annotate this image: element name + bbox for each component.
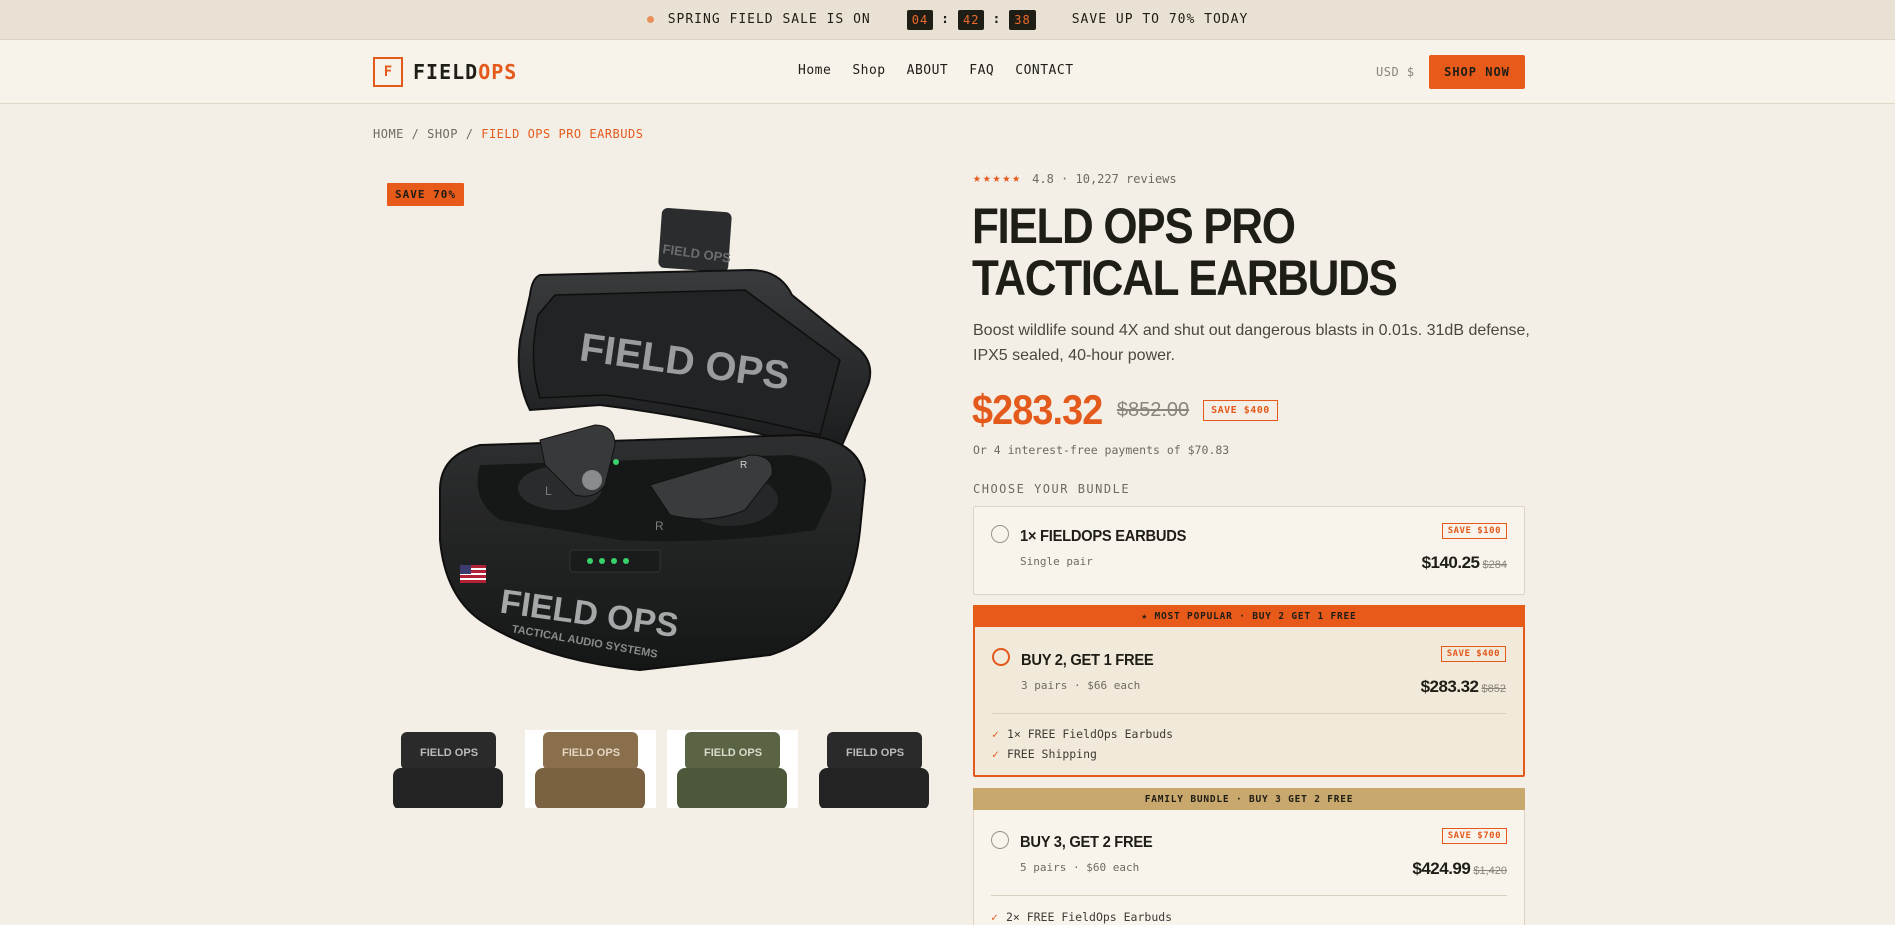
case-tab: FIELD OPS (658, 208, 732, 272)
nav-shop[interactable]: Shop (852, 63, 885, 78)
svg-text:R: R (740, 460, 747, 471)
breadcrumb-shop[interactable]: SHOP (427, 127, 458, 141)
sale-announcement-bar: SPRING FIELD SALE IS ON 04 : 42 : 38 SAV… (0, 0, 1895, 40)
shop-now-button[interactable]: SHOP NOW (1429, 55, 1525, 89)
nav-faq[interactable]: FAQ (969, 63, 994, 78)
bundle-subtitle: 5 pairs · $60 each (1020, 861, 1140, 874)
bundle-name: BUY 3, GET 2 FREE (1020, 834, 1153, 851)
original-price: $852.00 (1116, 398, 1190, 421)
bundle-save-tag: SAVE $700 (1441, 828, 1507, 844)
sale-text: SPRING FIELD SALE IS ON (667, 12, 871, 27)
countdown-seconds: 38 (1009, 9, 1036, 30)
logo-wordmark: FIELDOPS (413, 60, 518, 84)
flag-icon (460, 565, 486, 583)
check-icon: ✓ (992, 747, 999, 761)
current-price: $283.32 (972, 386, 1103, 433)
svg-text:FIELD OPS: FIELD OPS (420, 747, 478, 759)
installments-text: Or 4 interest-free payments of $70.83 (973, 443, 1230, 457)
bundle-radio[interactable] (991, 831, 1009, 849)
bundle-price: $283.32 $852 (1420, 677, 1506, 696)
bundle-name: 1× FIELDOPS EARBUDS (1020, 528, 1187, 545)
svg-text:R: R (655, 519, 664, 533)
countdown-minutes: 42 (958, 9, 985, 30)
site-header: F FIELDOPS Home Shop ABOUT FAQ CONTACT U… (0, 40, 1895, 104)
thumbnail-olive[interactable]: FIELD OPS (667, 730, 798, 808)
rating-text: 4.8 · 10,227 reviews (1032, 171, 1177, 186)
thumbnail-strip: FIELD OPS FIELD OPS FIELD OPS FIELD OPS (383, 730, 940, 808)
breadcrumb: HOME / SHOP / FIELD OPS PRO EARBUDS (373, 127, 644, 141)
bundle-radio[interactable] (991, 525, 1009, 543)
product-description: Boost wildlife sound 4X and shut out dan… (973, 322, 1530, 364)
main-nav: Home Shop ABOUT FAQ CONTACT (798, 63, 1074, 78)
nav-home[interactable]: Home (798, 63, 831, 78)
sale-promo-text: SAVE UP TO 70% TODAY (1071, 12, 1249, 27)
bundle-radio[interactable] (992, 648, 1010, 666)
bundle-section-label: CHOOSE YOUR BUNDLE (973, 482, 1131, 496)
bundle-save-tag: SAVE $100 (1441, 523, 1507, 539)
svg-text:FIELD OPS: FIELD OPS (562, 747, 620, 759)
thumbnail-tan[interactable]: FIELD OPS (525, 730, 656, 808)
check-icon: ✓ (992, 727, 999, 741)
countdown-separator: : (992, 12, 1002, 27)
bundle-subtitle: Single pair (1020, 555, 1093, 568)
countdown-separator: : (941, 12, 950, 27)
bundle-price: $140.25 $284 (1421, 553, 1507, 572)
check-icon: ✓ (991, 910, 998, 924)
currency-selector[interactable]: USD $ (1376, 65, 1415, 79)
bundle-option-buy2get1[interactable]: ★ MOST POPULAR · BUY 2 GET 1 FREE BUY 2,… (973, 605, 1525, 777)
breadcrumb-home[interactable]: HOME (373, 127, 404, 141)
family-bundle-banner: FAMILY BUNDLE · BUY 3 GET 2 FREE (973, 788, 1525, 810)
svg-text:FIELD OPS: FIELD OPS (704, 747, 762, 759)
thumbnail-black[interactable]: FIELD OPS (383, 730, 514, 808)
svg-text:FIELD OPS: FIELD OPS (846, 747, 904, 759)
product-rating[interactable]: ★★★★★ 4.8 · 10,227 reviews (973, 171, 1177, 186)
bundle-perk: ✓ FREE Shipping (992, 747, 1097, 761)
thumbnail-black-alt[interactable]: FIELD OPS (809, 730, 940, 808)
product-title: FIELD OPS PRO TACTICAL EARBUDS (972, 198, 1398, 306)
bundle-perk: ✓ 2× FREE FieldOps Earbuds (991, 910, 1173, 924)
site-logo[interactable]: F FIELDOPS (373, 57, 517, 87)
bundle-option-buy3get2[interactable]: FAMILY BUNDLE · BUY 3 GET 2 FREE BUY 3, … (973, 788, 1525, 925)
bundle-subtitle: 3 pairs · $66 each (1021, 679, 1141, 692)
price-row: $283.32 $852.00 SAVE $400 (972, 386, 1278, 434)
breadcrumb-current: FIELD OPS PRO EARBUDS (481, 127, 644, 141)
svg-text:L: L (545, 484, 552, 498)
bundle-name: BUY 2, GET 1 FREE (1021, 652, 1154, 669)
bundle-save-tag: SAVE $400 (1440, 646, 1506, 662)
bundle-perk: ✓ 1× FREE FieldOps Earbuds (992, 727, 1174, 741)
product-main-image: FIELD OPS FIELD OPS L R R FIELD OPS TACT… (439, 208, 872, 672)
pulse-dot-icon (646, 16, 654, 23)
nav-contact[interactable]: CONTACT (1015, 63, 1073, 78)
bundle-option-single[interactable]: 1× FIELDOPS EARBUDS Single pair SAVE $10… (973, 506, 1525, 595)
bundle-price: $424.99 $1,420 (1412, 859, 1507, 878)
most-popular-banner: ★ MOST POPULAR · BUY 2 GET 1 FREE (973, 605, 1525, 627)
save-amount-tag: SAVE $400 (1203, 399, 1278, 421)
nav-about[interactable]: ABOUT (907, 63, 949, 78)
star-rating-icon: ★★★★★ (973, 171, 1023, 186)
countdown-hours: 04 (906, 9, 934, 30)
logo-mark-icon: F (373, 57, 403, 87)
